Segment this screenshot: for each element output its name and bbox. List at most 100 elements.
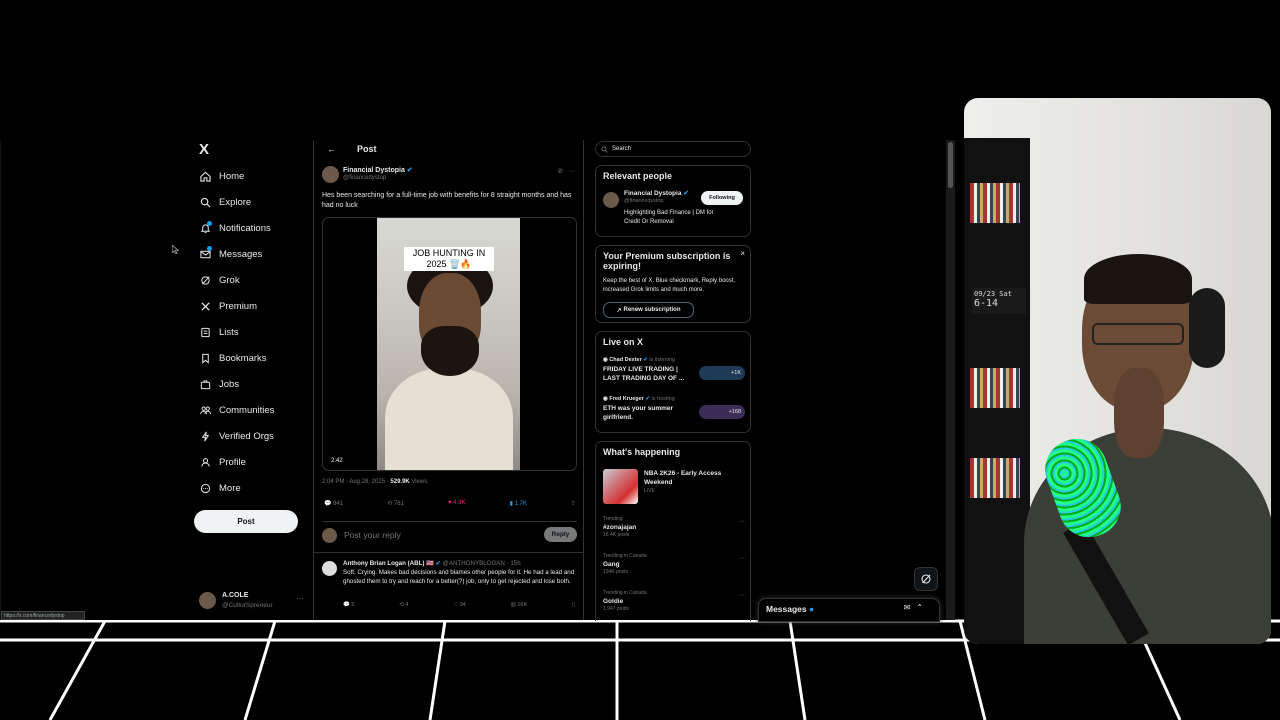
- nav-more[interactable]: More: [200, 479, 241, 497]
- reply-author[interactable]: Anthony Brian Logan (ABL) 🇺🇸 ✔ @ANTHONYB…: [343, 559, 521, 567]
- premium-expiring-panel: Your Premium subscription is expiring! ×…: [595, 245, 751, 323]
- nav-home[interactable]: Home: [200, 167, 244, 185]
- live-space-item[interactable]: ◉ Fred Krueger ✔ is hosting ETH was your…: [603, 396, 745, 422]
- post-author[interactable]: Financial Dystopia ✔ @financedystop ⊘ ··…: [322, 165, 580, 187]
- expand-icon[interactable]: ⌃: [916, 603, 929, 612]
- more-icon[interactable]: ···: [569, 168, 576, 175]
- post-timestamp: 2:04 PM · Aug 28, 2025 · 529.9K Views: [322, 479, 427, 485]
- more-icon[interactable]: ···: [738, 518, 745, 525]
- more-icon[interactable]: ···: [738, 555, 745, 562]
- panel-title: Relevant people: [603, 171, 673, 181]
- trend-count: 16.4K posts: [603, 532, 630, 538]
- nav-verified-orgs[interactable]: Verified Orgs: [200, 427, 274, 445]
- list-icon: [201, 327, 210, 337]
- timestamp: 2:04 PM · Aug 28, 2025 ·: [322, 479, 391, 485]
- panel-title: What's happening: [603, 447, 681, 457]
- unread-dot-icon: ●: [809, 604, 815, 614]
- nav-explore[interactable]: Explore: [200, 193, 251, 211]
- trend-item[interactable]: Trending in Canada Goldie 1,947 posts ··…: [603, 590, 745, 612]
- post-detail-column: ← Post Financial Dystopia ✔ @financedyst…: [313, 140, 584, 620]
- nav-profile[interactable]: Profile: [200, 453, 246, 471]
- trend-context: Trending in Canada: [603, 553, 647, 559]
- nav-label: Messages: [219, 248, 263, 260]
- account-handle: @CulturSpreneur: [222, 602, 273, 609]
- panel-title: Your Premium subscription is expiring!: [603, 251, 731, 271]
- space-title: ETH was your summer girlfriend.: [603, 405, 674, 421]
- reply-button[interactable]: 💬 5: [343, 602, 354, 608]
- trend-count: 1,947 posts: [603, 606, 629, 612]
- nav-label: Profile: [219, 456, 246, 468]
- views-count: 529.9K: [390, 479, 410, 485]
- search-input[interactable]: Search: [595, 141, 751, 157]
- nav-label: Home: [219, 170, 245, 182]
- reply-item[interactable]: Anthony Brian Logan (ABL) 🇺🇸 ✔ @ANTHONYB…: [314, 552, 583, 621]
- reply-text: Soft. Crying. Makes bad decisions and bl…: [343, 569, 575, 585]
- repost-icon: ⟲: [387, 501, 393, 507]
- x-logo-icon[interactable]: X: [199, 141, 213, 158]
- views-label: Views: [409, 479, 428, 485]
- post-actions: ⊘ ···: [557, 167, 576, 175]
- listener-count: +1K: [699, 366, 745, 380]
- live-space-item[interactable]: ◉ Chad Dexter ✔ is listening FRIDAY LIVE…: [603, 357, 745, 383]
- repost-button[interactable]: ⟲ 4: [399, 602, 408, 608]
- avatar: [322, 528, 337, 543]
- trend-name: Goldie: [603, 598, 624, 605]
- repost-button[interactable]: ⟲ 761: [387, 500, 404, 512]
- nav-label: Explore: [219, 196, 252, 208]
- person-bio: Highlighting Bad Finance | DM for Credit…: [624, 210, 714, 225]
- author-handle[interactable]: @financedystop: [343, 175, 386, 181]
- avatar[interactable]: [322, 561, 337, 576]
- home-icon: [200, 171, 211, 182]
- bookshelf: [964, 138, 1030, 644]
- space-host: ◉ Fred Krueger ✔ is hosting: [603, 396, 675, 402]
- compose-message-icon[interactable]: ✉: [904, 603, 917, 612]
- reply-input[interactable]: Post your reply: [344, 530, 401, 540]
- close-icon[interactable]: ×: [740, 249, 745, 258]
- nav-label: Jobs: [219, 378, 240, 390]
- trend-item[interactable]: Trending #zonajajan 16.4K posts ···: [603, 516, 745, 538]
- avatar[interactable]: [603, 192, 619, 208]
- reply-icon: 💬: [324, 501, 332, 507]
- reply-submit-button[interactable]: Reply: [544, 527, 577, 542]
- like-button[interactable]: ♥ 4.3K: [448, 500, 466, 512]
- more-icon[interactable]: ···: [738, 592, 745, 599]
- reply-button[interactable]: 💬 941: [324, 500, 343, 512]
- nav-premium[interactable]: Premium: [200, 297, 257, 315]
- grok-icon[interactable]: ⊘: [557, 168, 563, 175]
- more-icon[interactable]: ···: [296, 594, 304, 603]
- grok-icon: [201, 275, 210, 285]
- like-button[interactable]: ♡ 94: [453, 602, 466, 608]
- messages-drawer[interactable]: Messages ● ✉⌃: [758, 598, 940, 622]
- post-video[interactable]: JOB HUNTING IN 2025 🗑️🔥 2:42: [322, 217, 577, 471]
- books: [970, 183, 1020, 223]
- avatar[interactable]: [322, 166, 339, 183]
- clock-date: 09/23 Sat: [974, 290, 1012, 298]
- person-name[interactable]: Financial Dystopia ✔: [624, 189, 689, 197]
- trend-item[interactable]: Trending in Canada Gang 134K posts ···: [603, 553, 745, 575]
- premium-text: Keep the best of X. Blue checkmark, Repl…: [603, 278, 736, 293]
- nav-communities[interactable]: Communities: [200, 401, 274, 419]
- nav-jobs[interactable]: Jobs: [200, 375, 239, 393]
- following-button[interactable]: Following: [701, 191, 743, 205]
- bookmark-button[interactable]: ▮ 1.7K: [510, 500, 527, 512]
- listener-count: +168: [699, 405, 745, 419]
- grok-floating-button[interactable]: [914, 567, 938, 591]
- scrollbar[interactable]: [946, 140, 955, 620]
- renew-subscription-button[interactable]: ↗ Renew subscription: [603, 302, 694, 318]
- bookmark-icon[interactable]: ▯: [572, 602, 575, 608]
- nav-lists[interactable]: Lists: [200, 323, 239, 341]
- verified-badge-icon: ✔: [406, 167, 413, 174]
- back-arrow-icon[interactable]: ←: [327, 144, 336, 154]
- post-button[interactable]: Post: [194, 510, 298, 533]
- scrollbar-thumb[interactable]: [948, 142, 953, 188]
- share-icon[interactable]: ⇪: [571, 500, 576, 512]
- views-button[interactable]: ▥ 16K: [511, 602, 528, 608]
- panel-title: Live on X: [603, 337, 644, 347]
- link-status-bar: https://x.com/financedystop: [1, 611, 85, 620]
- account-switcher[interactable]: A.COLE @CulturSpreneur ···: [199, 590, 309, 612]
- author-name[interactable]: Financial Dystopia ✔: [343, 166, 413, 174]
- relevant-people-panel: Relevant people Financial Dystopia ✔ @fi…: [595, 165, 751, 237]
- nav-bookmarks[interactable]: Bookmarks: [200, 349, 267, 367]
- nav-grok[interactable]: Grok: [200, 271, 240, 289]
- reply-composer[interactable]: Post your reply Reply: [322, 521, 577, 546]
